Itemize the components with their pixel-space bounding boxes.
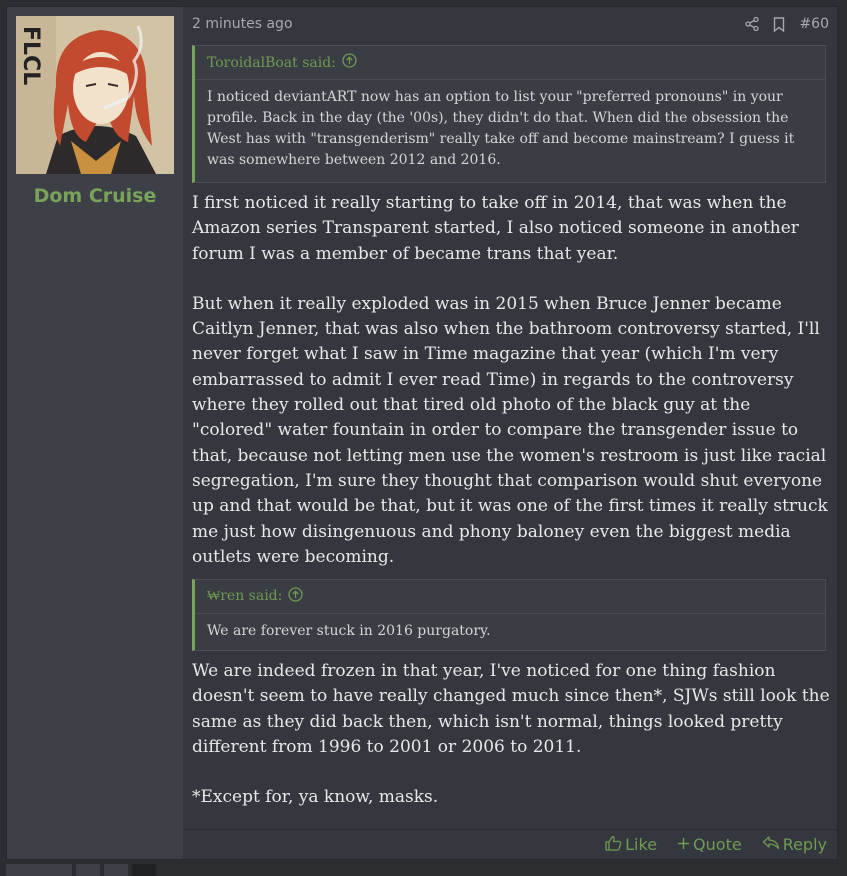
quote-author[interactable]: ToroidalBoat said: — [207, 55, 336, 71]
paragraph: *Except for, ya know, masks. — [192, 787, 439, 808]
like-button[interactable]: Like — [605, 835, 657, 855]
avatar-logo-text: FLCL — [18, 26, 43, 85]
quote-label: Quote — [693, 835, 742, 854]
bookmark-icon[interactable] — [773, 16, 785, 32]
avatar-image: FLCL — [16, 16, 174, 174]
like-label: Like — [625, 835, 658, 854]
quote-body: We are forever stuck in 2016 purgatory. — [207, 623, 491, 639]
post-body-part-1: I first noticed it really starting to ta… — [192, 191, 832, 570]
reply-button[interactable]: Reply — [762, 835, 827, 854]
quote-block: ToroidalBoat said: I noticed deviantART … — [192, 45, 826, 183]
post-body-part-2: We are indeed frozen in that year, I've … — [192, 659, 832, 810]
forum-post: FLCL Dom Cruise 2 minutes ago #60 Toroid… — [6, 6, 838, 860]
quote-button[interactable]: Quote — [677, 835, 742, 854]
bottom-tab[interactable] — [6, 864, 72, 876]
post-number-link[interactable]: #60 — [799, 16, 829, 32]
reply-label: Reply — [782, 835, 827, 854]
quote-author[interactable]: ₩ren said: — [207, 588, 282, 605]
plus-icon — [677, 835, 690, 854]
quote-header[interactable]: ToroidalBoat said: — [195, 46, 825, 80]
share-icon[interactable] — [745, 17, 760, 31]
post-main: 2 minutes ago #60 ToroidalBoat said: I n… — [183, 7, 837, 859]
reply-icon — [762, 835, 780, 854]
post-top-actions: #60 — [745, 16, 829, 32]
paragraph: But when it really exploded was in 2015 … — [192, 293, 828, 567]
paragraph: We are indeed frozen in that year, I've … — [192, 661, 830, 757]
arrow-up-circle-icon[interactable] — [342, 53, 357, 72]
username[interactable]: Dom Cruise — [7, 185, 183, 207]
quote-header[interactable]: ₩ren said: — [195, 580, 825, 614]
post-sidebar: FLCL Dom Cruise — [7, 7, 183, 859]
bottom-tab[interactable] — [132, 864, 156, 876]
bottom-tab[interactable] — [104, 864, 128, 876]
post-footer-actions: Like Quote Reply — [183, 829, 837, 859]
quote-block: ₩ren said: We are forever stuck in 2016 … — [192, 579, 826, 651]
quote-body: I noticed deviantART now has an option t… — [207, 89, 795, 168]
page-bottom-tabs — [6, 864, 156, 876]
bottom-tab[interactable] — [76, 864, 100, 876]
paragraph: I first noticed it really starting to ta… — [192, 193, 799, 264]
avatar[interactable]: FLCL — [16, 16, 174, 174]
post-timestamp[interactable]: 2 minutes ago — [192, 16, 293, 32]
arrow-up-circle-icon[interactable] — [288, 587, 304, 606]
thumbs-up-icon — [605, 835, 622, 855]
